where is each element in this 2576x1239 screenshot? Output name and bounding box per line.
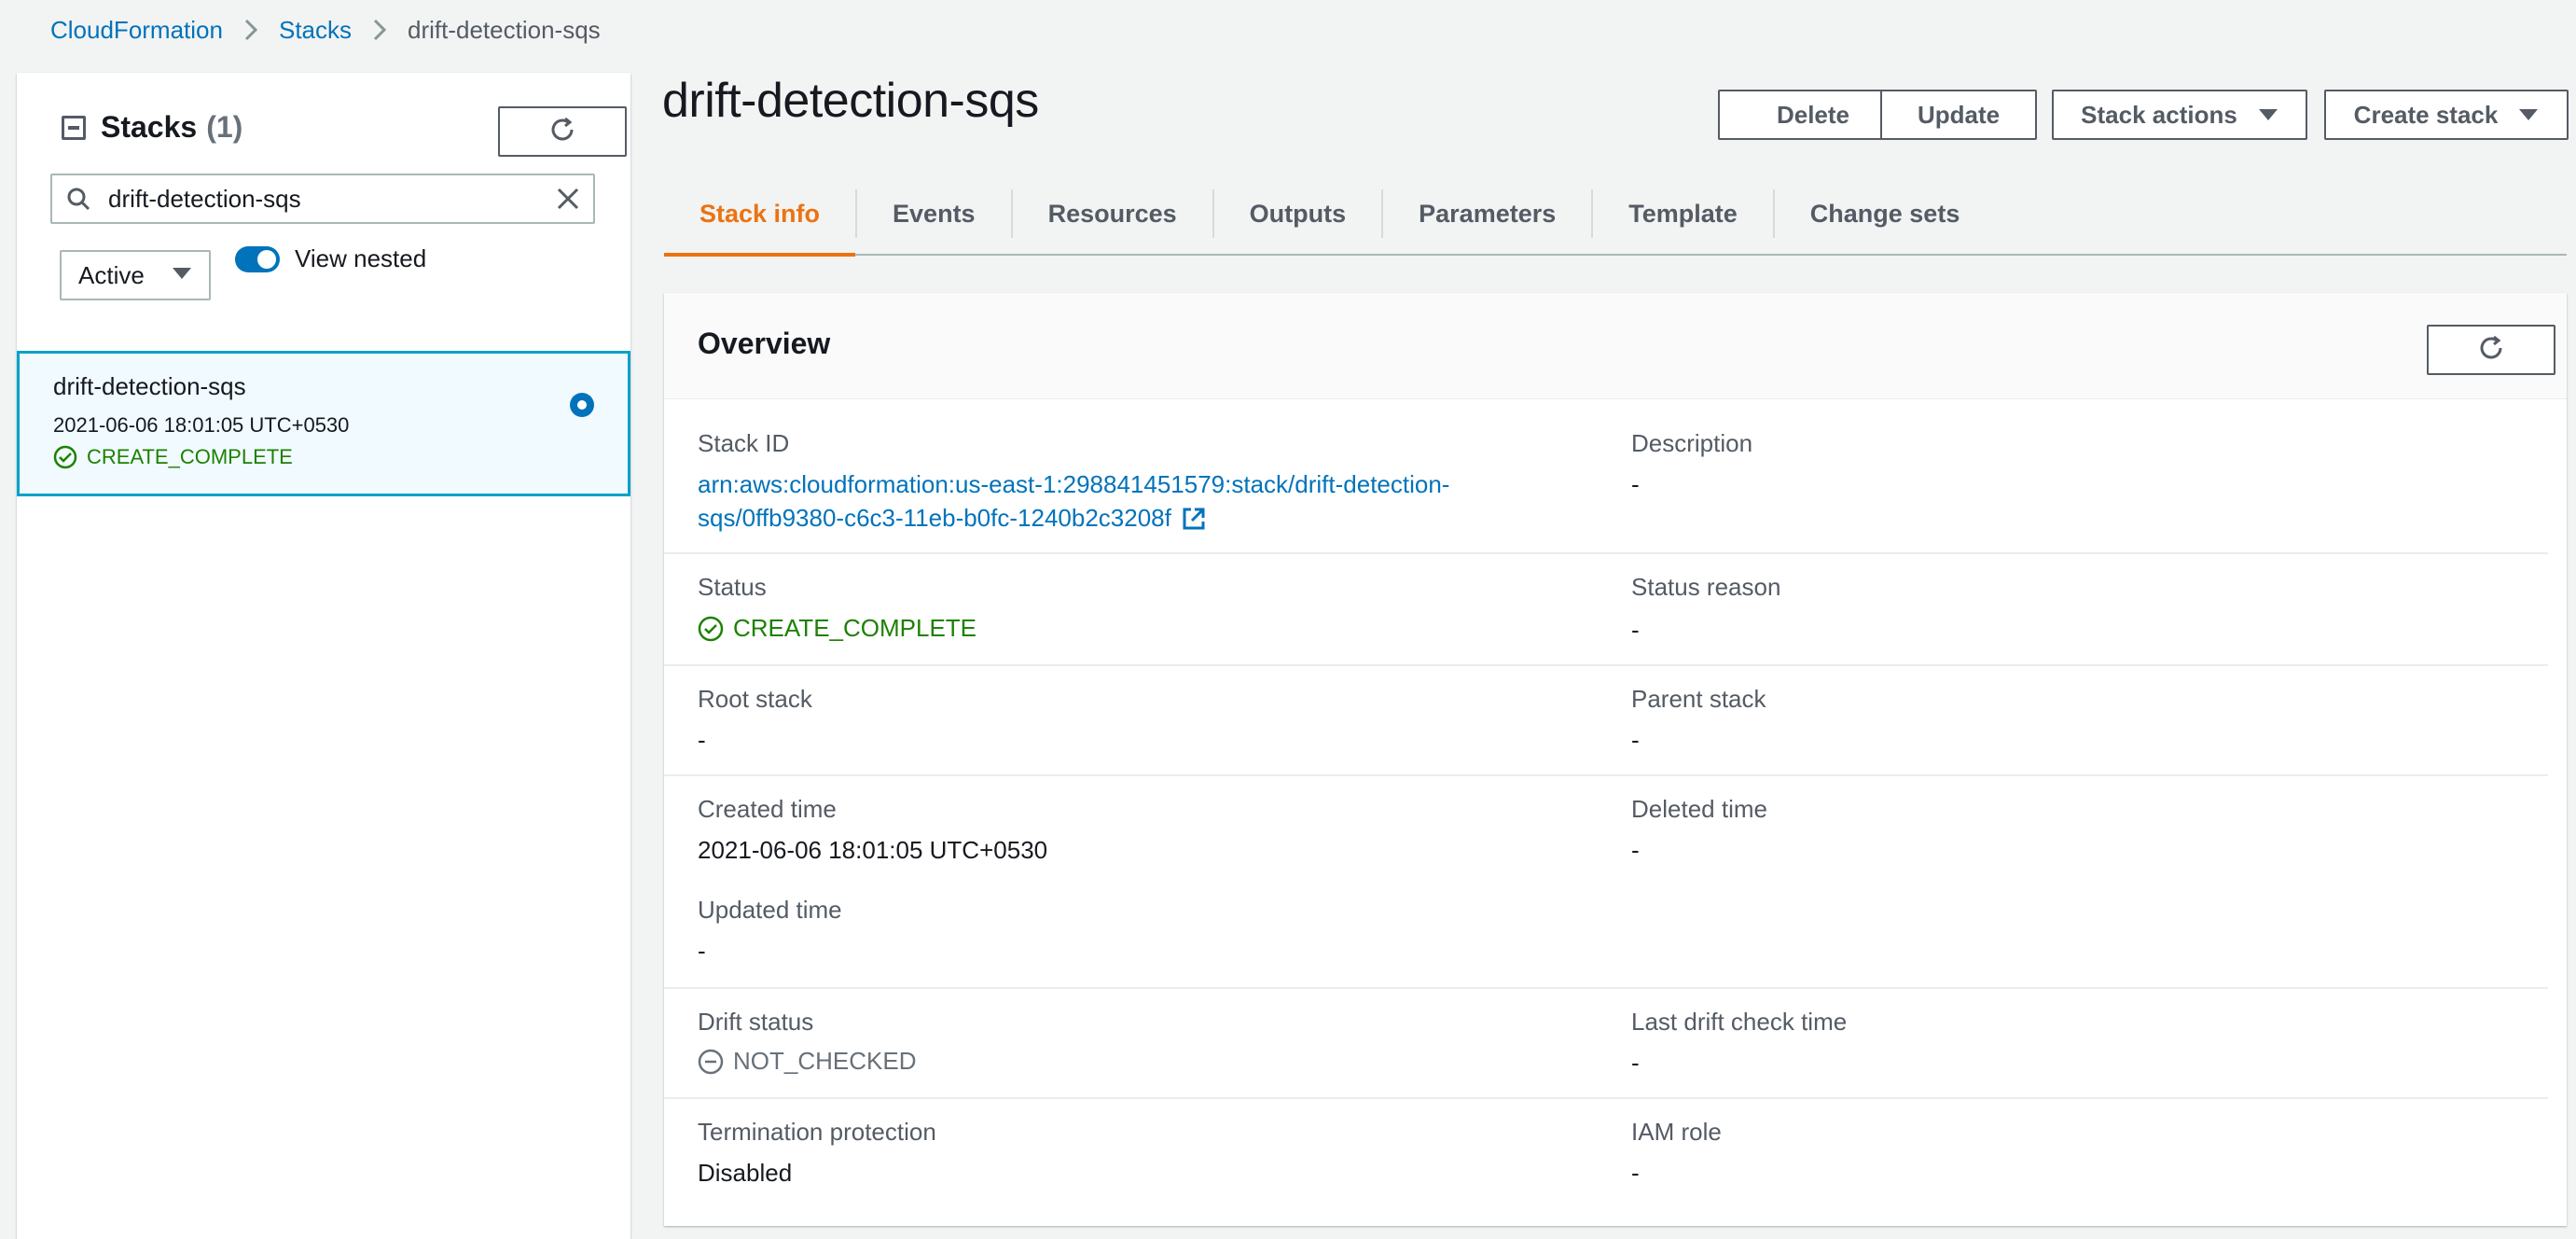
collapse-icon[interactable] <box>62 115 86 140</box>
search-value[interactable]: drift-detection-sqs <box>108 185 556 214</box>
stacks-panel-title: Stacks <box>101 110 198 144</box>
stack-actions-button[interactable]: Stack actions <box>2052 90 2307 140</box>
row-divider <box>664 664 2548 666</box>
stack-id-link-line1[interactable]: arn:aws:cloudformation:us-east-1:2988414… <box>698 470 1449 499</box>
stack-radio-selected[interactable] <box>570 393 594 417</box>
caret-down-icon <box>2518 107 2539 122</box>
update-button[interactable]: Update <box>1880 90 2037 140</box>
row-divider <box>664 774 2548 776</box>
deleted-time-label: Deleted time <box>1631 795 1767 823</box>
stack-list-item[interactable]: drift-detection-sqs 2021-06-06 18:01:05 … <box>17 351 630 496</box>
stack-tabs: Stack info Events Resources Outputs Para… <box>664 173 2567 257</box>
create-stack-label: Create stack <box>2353 100 2499 129</box>
row-divider <box>664 1097 2548 1099</box>
overview-title: Overview <box>698 327 831 360</box>
close-icon[interactable] <box>556 187 580 211</box>
stacks-panel-header: Stacks (1) <box>62 110 242 145</box>
stack-actions-label: Stack actions <box>2081 100 2237 129</box>
status-reason-value: - <box>1631 616 1640 644</box>
status-label: Status <box>698 573 767 601</box>
drift-status-label: Drift status <box>698 1008 814 1036</box>
last-drift-check-value: - <box>1631 1049 1640 1077</box>
status-reason-label: Status reason <box>1631 573 1781 601</box>
caret-down-icon <box>2258 107 2278 122</box>
not-checked-icon <box>698 1049 724 1074</box>
external-link-icon[interactable] <box>1181 506 1207 532</box>
tab-template[interactable]: Template <box>1593 173 1773 255</box>
tab-resources[interactable]: Resources <box>1013 173 1212 255</box>
root-stack-label: Root stack <box>698 685 812 713</box>
drift-status-text: NOT_CHECKED <box>733 1047 917 1075</box>
description-label: Description <box>1631 429 1753 457</box>
status-filter-value: Active <box>78 260 145 289</box>
stacks-panel: Stacks (1) drift-detection-sqs Active Vi… <box>17 73 630 1239</box>
termination-protection-value: Disabled <box>698 1159 793 1187</box>
view-nested-label: View nested <box>295 244 427 272</box>
page-title: drift-detection-sqs <box>662 74 1039 128</box>
status-filter-select[interactable]: Active <box>60 250 211 300</box>
parent-stack-label: Parent stack <box>1631 685 1766 713</box>
stack-id-link-line2[interactable]: sqs/0ffb9380-c6c3-11eb-b0fc-1240b2c3208f <box>698 504 1171 533</box>
update-button-label: Update <box>1917 100 2001 129</box>
row-divider <box>664 987 2548 989</box>
drift-status-value: NOT_CHECKED <box>698 1047 916 1076</box>
status-value: CREATE_COMPLETE <box>698 614 976 643</box>
status-text: CREATE_COMPLETE <box>733 614 977 642</box>
delete-button-label: Delete <box>1776 100 1850 129</box>
stack-created-time: 2021-06-06 18:01:05 UTC+0530 <box>53 413 350 437</box>
breadcrumb: CloudFormation Stacks drift-detection-sq… <box>50 13 601 47</box>
chevron-right-icon <box>372 18 387 42</box>
stack-id-label: Stack ID <box>698 429 790 457</box>
iam-role-value: - <box>1631 1159 1640 1187</box>
refresh-icon <box>547 115 577 149</box>
last-drift-check-label: Last drift check time <box>1631 1008 1848 1036</box>
search-icon <box>65 186 91 212</box>
tab-change-sets[interactable]: Change sets <box>1775 173 1996 255</box>
created-time-value: 2021-06-06 18:01:05 UTC+0530 <box>698 836 1048 864</box>
tab-stack-info[interactable]: Stack info <box>664 173 856 257</box>
breadcrumb-cloudformation[interactable]: CloudFormation <box>50 16 223 45</box>
root-stack-value: - <box>698 726 706 754</box>
caret-down-icon <box>172 266 192 285</box>
stacks-count: (1) <box>206 110 243 144</box>
refresh-overview-button[interactable] <box>2427 325 2555 375</box>
parent-stack-value: - <box>1631 726 1640 754</box>
success-icon <box>698 616 724 641</box>
stack-status: CREATE_COMPLETE <box>53 445 293 469</box>
refresh-icon <box>2476 333 2506 368</box>
stack-search-input[interactable]: drift-detection-sqs <box>50 174 595 224</box>
success-icon <box>53 445 77 469</box>
breadcrumb-stacks[interactable]: Stacks <box>279 16 352 45</box>
breadcrumb-current: drift-detection-sqs <box>408 15 601 44</box>
chevron-right-icon <box>243 18 258 42</box>
description-value: - <box>1631 470 1640 498</box>
iam-role-label: IAM role <box>1631 1118 1722 1146</box>
refresh-stacks-button[interactable] <box>498 106 627 157</box>
termination-protection-label: Termination protection <box>698 1118 936 1146</box>
stack-name: drift-detection-sqs <box>53 372 246 400</box>
updated-time-value: - <box>698 937 706 965</box>
tab-events[interactable]: Events <box>857 173 1011 255</box>
updated-time-label: Updated time <box>698 896 842 924</box>
overview-panel: Overview Stack ID arn:aws:cloudformation… <box>664 293 2567 1226</box>
create-stack-button[interactable]: Create stack <box>2324 90 2569 140</box>
stack-status-text: CREATE_COMPLETE <box>87 445 293 468</box>
tab-parameters[interactable]: Parameters <box>1383 173 1591 255</box>
overview-header: Overview <box>664 293 2567 399</box>
row-divider <box>664 552 2548 554</box>
stack-id-link[interactable]: sqs/0ffb9380-c6c3-11eb-b0fc-1240b2c3208f <box>698 504 1207 533</box>
view-nested-switch[interactable] <box>235 245 280 272</box>
deleted-time-value: - <box>1631 836 1640 864</box>
tab-outputs[interactable]: Outputs <box>1214 173 1381 255</box>
created-time-label: Created time <box>698 795 837 823</box>
view-nested-toggle[interactable]: View nested <box>235 244 426 273</box>
